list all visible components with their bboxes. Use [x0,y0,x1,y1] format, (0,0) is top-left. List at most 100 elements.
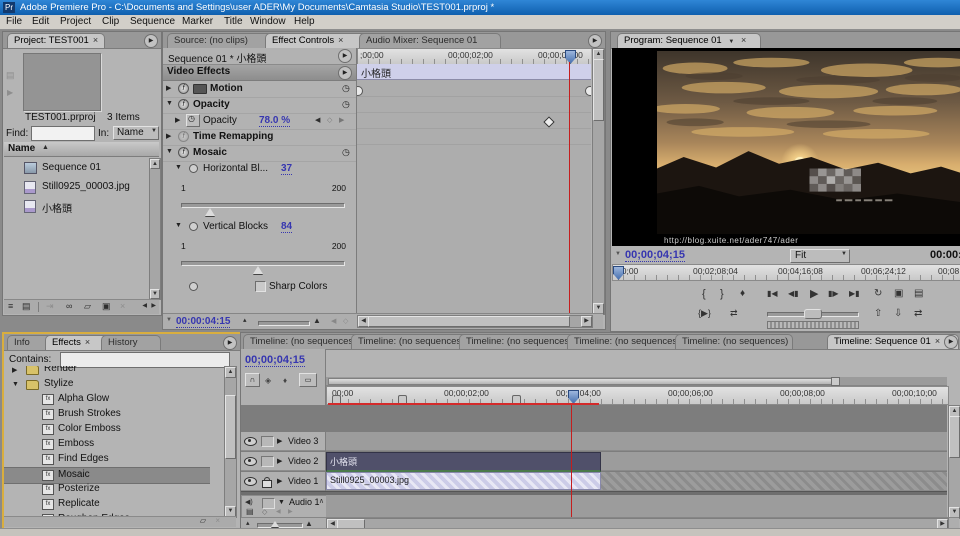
tab-history[interactable]: History [101,335,161,350]
new-bin-button[interactable]: ▱ [84,301,91,312]
tab-timeline-3[interactable]: Timeline: (no sequences) [459,334,577,349]
menu-window[interactable]: Window [250,16,286,27]
stopwatch-icon[interactable]: ◷ [342,147,350,158]
project-item-row[interactable]: Still0925_00003.jpg [4,177,148,196]
show-timeline-view-button[interactable]: ▶ [338,49,352,63]
go-to-out-button[interactable]: ▶▮ [849,289,860,298]
effect-row-motion[interactable]: ▶ f Motion ◷ [163,81,356,98]
twirl-icon[interactable]: ▼ [12,381,21,388]
twirl-icon[interactable]: ▶ [277,457,286,465]
zoom-in-icon[interactable]: ▲ [313,316,321,325]
vertical-blocks-value[interactable]: 84 [281,221,292,233]
display-style-button[interactable]: ▤ [246,507,254,516]
chevron-down-icon[interactable]: ▼ [841,251,847,257]
collapse-icon[interactable]: ▼ [615,251,621,257]
menu-marker[interactable]: Marker [182,16,213,27]
find-input[interactable] [31,126,95,141]
sharp-colors-checkbox[interactable] [255,281,266,292]
menu-clip[interactable]: Clip [102,16,119,27]
playhead-marker[interactable] [568,390,579,404]
twirl-icon[interactable]: ▶ [166,84,175,92]
track-lane-audio1[interactable] [326,495,947,517]
ec-time-ruler[interactable]: ;00;00 00;00;02;00 00;00;04;00 [357,48,591,65]
close-icon[interactable]: × [935,336,940,346]
clip-video2[interactable]: 小格頭 [326,452,601,472]
new-item-button[interactable]: ▣ [102,301,111,312]
effects-folder-stylize[interactable]: ▼ Stylize [4,377,210,392]
effect-item[interactable]: fx Brush Strokes [4,407,210,422]
twirl-icon[interactable]: ▶ [12,366,21,374]
track-lock-toggle[interactable] [261,436,274,447]
effect-enabled-icon[interactable]: f [178,99,189,110]
twirl-icon[interactable]: ▼ [278,499,287,506]
delete-button[interactable]: × [120,301,125,311]
slider-track[interactable] [181,261,345,266]
clip-video1[interactable]: Still0925_00003.jpg [326,472,601,490]
prev-keyframe-button[interactable]: ◀ [331,317,336,325]
shuttle-handle[interactable] [804,309,822,319]
tab-timeline-2[interactable]: Timeline: (no sequences) [351,334,469,349]
extract-button[interactable]: ⇩ [894,308,902,319]
ec-timecode[interactable]: 00:00:04:15 [176,316,230,328]
stopwatch-icon[interactable]: ◷ [342,99,350,110]
twirl-icon[interactable]: ▶ [277,477,286,485]
work-area-bar[interactable] [328,378,839,385]
track-lane-video1[interactable]: Still0925_00003.jpg [326,472,947,491]
zoom-out-icon[interactable]: ▴ [243,316,247,324]
project-item-row[interactable]: 小格頭 [4,196,148,215]
slider-handle[interactable] [271,521,279,527]
menu-file[interactable]: File [6,16,22,27]
tab-timeline-1[interactable]: Timeline: (no sequences) [243,334,361,349]
set-encore-chapter-marker-button[interactable]: ◈ [265,375,271,386]
effect-enabled-icon[interactable]: f [178,131,189,142]
scroll-thumb[interactable] [225,395,236,459]
jog-disk[interactable] [767,321,859,329]
delete-custom-item-button[interactable]: × [215,516,220,525]
twirl-icon[interactable]: ▼ [175,222,184,229]
eye-icon[interactable] [244,437,257,446]
panel-menu-button[interactable]: ▶ [944,335,958,349]
slider-handle[interactable] [253,266,263,274]
program-timecode[interactable]: 00;00;04;15 [625,249,685,262]
ec-clip-bar[interactable]: 小格頭 [357,64,591,80]
list-view-button[interactable]: ≡ [8,301,13,311]
project-column-header[interactable]: Name ▲ [4,142,159,157]
twirl-icon[interactable]: ▶ [166,132,175,140]
eye-icon[interactable] [244,477,257,486]
tab-program[interactable]: Program: Sequence 01 ▼ × [617,33,761,48]
stopwatch-icon[interactable]: ◷ [342,83,350,94]
scroll-thumb[interactable] [368,316,570,327]
tab-source[interactable]: Source: (no clips) [167,33,273,48]
set-out-button[interactable]: } [720,288,724,300]
effect-enabled-icon[interactable]: f [178,83,189,94]
timeline-timecode[interactable]: 00;00;04;15 [245,354,305,367]
toggle-animation-button[interactable]: ◷ [186,114,200,127]
effect-enabled-icon[interactable]: f [178,147,189,158]
find-button[interactable]: ∞ [66,301,72,311]
track-lane-video3[interactable] [326,432,947,451]
next-keyframe-button[interactable]: ▶ [339,116,344,124]
lock-icon[interactable] [262,480,272,488]
effect-item[interactable]: fx Find Edges [4,452,210,467]
zoom-in-icon[interactable]: ▲ [305,519,313,528]
toggle-sync-lock-button[interactable]: ▭ [299,373,317,387]
play-around-button[interactable]: ⇄ [730,308,738,319]
close-icon[interactable]: × [93,35,98,45]
menu-sequence[interactable]: Sequence [130,16,175,27]
toggle-animation-icon[interactable] [189,164,198,173]
menu-project[interactable]: Project [60,16,91,27]
icon-view-button[interactable]: ▤ [22,301,31,312]
set-unnumbered-marker-button[interactable]: ♦ [283,375,287,386]
ec-vertical-scrollbar[interactable]: ▲ ▼ [592,48,605,315]
property-row-opacity[interactable]: ▶ ◷ Opacity 78.0 % ◀ ◇ ▶ [163,113,356,130]
poster-frame-icon[interactable]: ▤ [6,70,15,81]
playhead-line[interactable] [569,62,570,313]
new-custom-bin-button[interactable]: ▱ [200,516,206,525]
scroll-right-icon[interactable]: ▶ [151,302,156,309]
tab-timeline-4[interactable]: Timeline: (no sequences) [567,334,685,349]
playhead-marker[interactable] [613,266,624,280]
tab-effect-controls[interactable]: Effect Controls× [265,33,369,48]
zoom-out-icon[interactable]: ▴ [246,519,250,527]
eye-icon[interactable] [244,457,257,466]
effects-scrollbar[interactable]: ▲ ▼ [224,366,237,518]
